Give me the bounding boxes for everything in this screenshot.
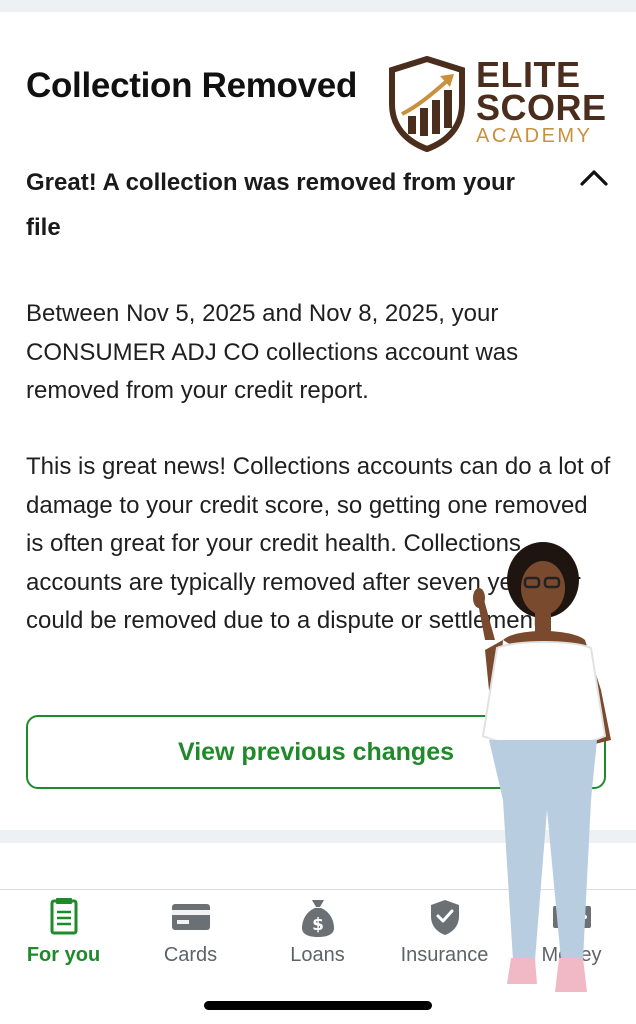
brand-logo: ELITE SCORE ACADEMY <box>388 56 606 152</box>
logo-word-score: SCORE <box>476 87 607 128</box>
document-icon <box>50 898 77 935</box>
logo-wordmark: ELITE SCORE ACADEMY <box>476 57 607 148</box>
chevron-up-icon <box>580 170 608 186</box>
collapse-chevron[interactable] <box>578 166 610 190</box>
svg-text:$: $ <box>312 915 324 935</box>
money-bag-icon: $ <box>301 900 334 937</box>
top-band <box>0 0 636 12</box>
logo-word-academy: ACADEMY <box>476 125 593 147</box>
home-indicator <box>204 1001 432 1010</box>
nav-label: Loans <box>290 944 345 966</box>
page-title: Collection Removed <box>26 66 358 105</box>
nav-item-loans[interactable]: $ Loans <box>254 890 381 980</box>
nav-label: For you <box>26 944 101 966</box>
shield-chart-icon <box>389 56 465 152</box>
nav-item-cards[interactable]: Cards <box>127 890 254 980</box>
notice-paragraph-details: Between Nov 5, 2025 and Nov 8, 2025, you… <box>26 300 519 404</box>
nav-label: Cards <box>163 944 218 966</box>
credit-card-icon <box>171 904 210 930</box>
notice-subhead: Great! A collection was removed from you… <box>26 169 516 241</box>
person-illustration <box>473 542 611 992</box>
nav-item-for-you[interactable]: For you <box>0 890 127 980</box>
